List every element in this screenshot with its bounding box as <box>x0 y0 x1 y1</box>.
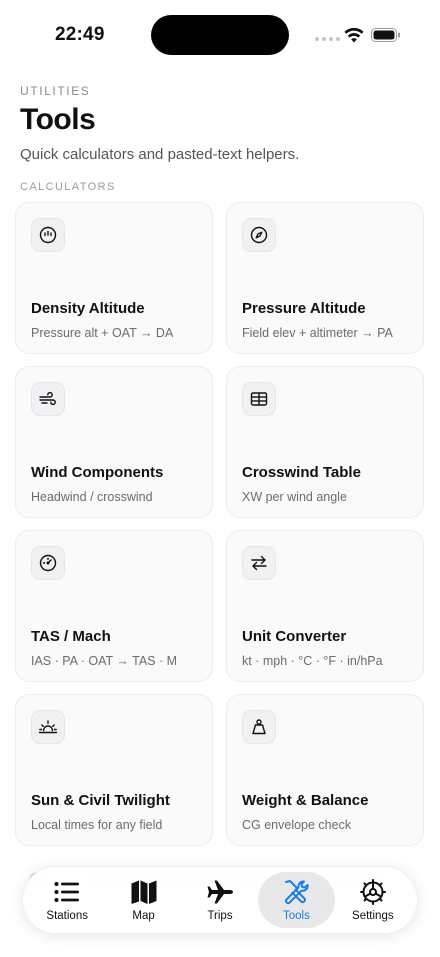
eyebrow-label: UTILITIES <box>20 84 91 98</box>
tools-screen: 22:49 UTILITIES Tools Quick calculators … <box>0 0 440 957</box>
weight-icon <box>242 710 276 744</box>
wind-icon <box>31 382 65 416</box>
tab-label: Stations <box>46 909 88 922</box>
gauge-icon <box>31 218 65 252</box>
tab-map[interactable]: Map <box>105 872 181 928</box>
cellular-signal-icon <box>315 37 340 41</box>
compass-icon <box>242 218 276 252</box>
tab-tools[interactable]: Tools <box>258 872 335 928</box>
tool-card-description: Field elev + altimeter → PA <box>242 326 393 340</box>
tool-card-tas-mach[interactable]: TAS / Mach IAS · PA · OAT → TAS · M <box>15 530 213 682</box>
tool-card-description: Headwind / crosswind <box>31 490 153 504</box>
tool-card-sun-civil-twilight[interactable]: Sun & Civil Twilight Local times for any… <box>15 694 213 846</box>
map-icon <box>131 880 157 904</box>
list-icon <box>54 881 80 902</box>
tool-card-unit-converter[interactable]: Unit Converter kt · mph · °C · °F · in/h… <box>226 530 424 682</box>
airplane-icon <box>207 880 234 903</box>
tool-card-description: IAS · PA · OAT → TAS · M <box>31 654 178 668</box>
tab-bar: Stations Map Trips Tools Settings <box>22 866 418 934</box>
table-icon <box>242 382 276 416</box>
tab-settings[interactable]: Settings <box>335 872 411 928</box>
tool-card-density-altitude[interactable]: Density Altitude Pressure alt + OAT → DA <box>15 202 213 354</box>
tool-card-title: Sun & Civil Twilight <box>31 792 170 809</box>
tool-card-weight-balance[interactable]: Weight & Balance CG envelope check <box>226 694 424 846</box>
page-title: Tools <box>20 103 96 136</box>
page-subtitle: Quick calculators and pasted-text helper… <box>20 146 300 163</box>
battery-icon <box>371 28 400 42</box>
tool-card-description: XW per wind angle <box>242 490 347 504</box>
gear-icon <box>359 878 386 905</box>
arrows-swap-icon <box>242 546 276 580</box>
tool-card-title: Density Altitude <box>31 300 145 317</box>
tool-card-description: Pressure alt + OAT → DA <box>31 326 174 340</box>
tool-card-title: Pressure Altitude <box>242 300 366 317</box>
tool-card-crosswind-table[interactable]: Crosswind Table XW per wind angle <box>226 366 424 518</box>
section-label-calculators: CALCULATORS <box>20 181 116 193</box>
tool-card-wind-components[interactable]: Wind Components Headwind / crosswind <box>15 366 213 518</box>
tool-card-title: Weight & Balance <box>242 792 369 809</box>
tool-card-title: Unit Converter <box>242 628 347 645</box>
status-time: 22:49 <box>55 24 105 45</box>
wrench-screwdriver-icon <box>285 879 310 904</box>
sunrise-icon <box>31 710 65 744</box>
tool-card-description: kt · mph · °C · °F · in/hPa <box>242 654 383 668</box>
dynamic-island <box>151 15 289 55</box>
status-bar: 22:49 <box>0 0 440 70</box>
tool-card-description: CG envelope check <box>242 818 352 832</box>
tool-card-title: Wind Components <box>31 464 164 481</box>
tab-stations[interactable]: Stations <box>29 872 105 928</box>
tab-label: Tools <box>282 909 310 922</box>
tool-card-title: Crosswind Table <box>242 464 361 481</box>
tab-label: Settings <box>352 909 394 922</box>
tab-label: Trips <box>207 909 233 922</box>
speedometer-icon <box>31 546 65 580</box>
tab-trips[interactable]: Trips <box>182 872 258 928</box>
tool-card-title: TAS / Mach <box>31 628 111 645</box>
wifi-icon <box>344 27 364 43</box>
tab-label: Map <box>132 909 155 922</box>
tool-card-pressure-altitude[interactable]: Pressure Altitude Field elev + altimeter… <box>226 202 424 354</box>
tool-card-description: Local times for any field <box>31 818 163 832</box>
